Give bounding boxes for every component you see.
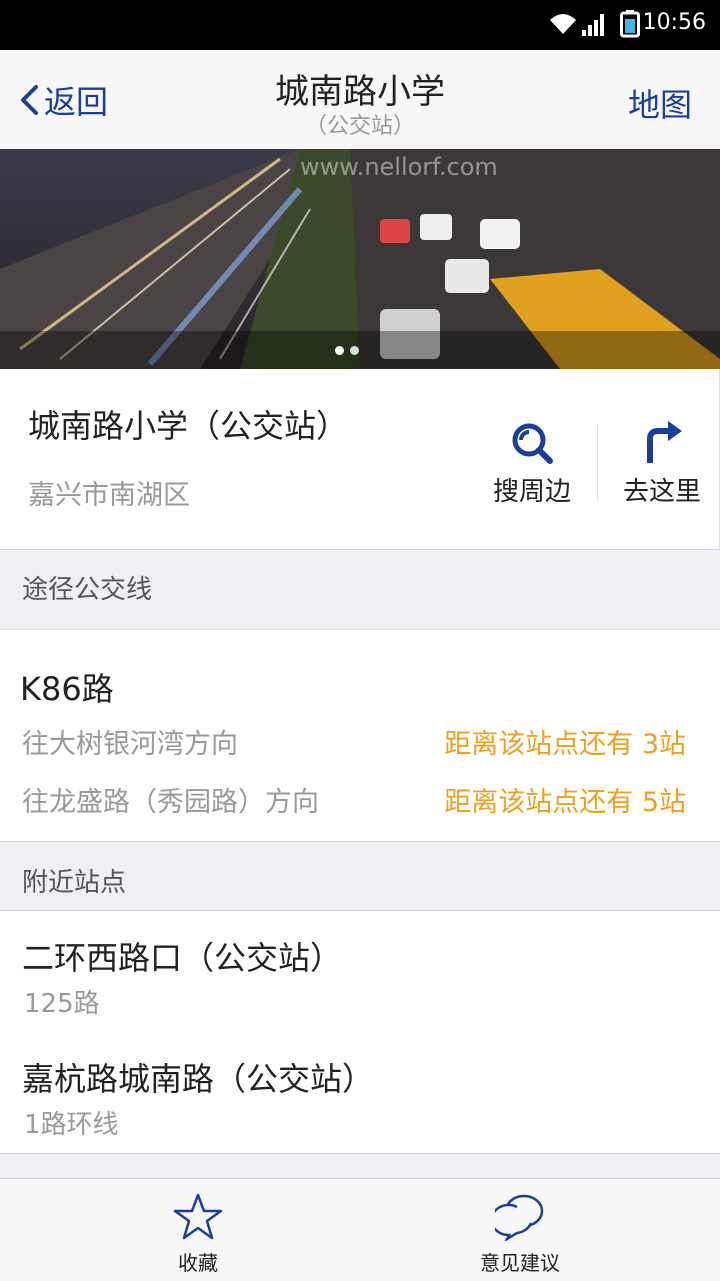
banner-overlay <box>0 331 720 369</box>
banner-carousel[interactable]: www.nellorf.com <box>0 149 720 369</box>
section-header-label: 附近站点 <box>22 868 127 898</box>
section-header-label: 途径公交线 <box>22 575 153 605</box>
favorite-button[interactable]: 收藏 <box>118 1193 278 1276</box>
stop-name: 嘉杭路城南路（公交站） <box>22 1060 375 1098</box>
banner-watermark: www.nellorf.com <box>300 153 498 181</box>
status-bar: 10:56 <box>0 0 720 50</box>
bus-line-card[interactable]: K86路 往大树银河湾方向 距离该站点还有 3站 往龙盛路（秀园路）方向 距离该… <box>0 629 720 842</box>
go-here-button[interactable]: 去这里 <box>602 421 720 508</box>
bottom-toolbar: 收藏 意见建议 <box>0 1178 720 1281</box>
status-time: 10:56 <box>642 10 706 35</box>
star-icon <box>173 1193 223 1240</box>
action-divider <box>597 425 598 501</box>
stops-remaining: 距离该站点还有 3站 <box>444 729 686 760</box>
turn-right-icon <box>647 421 682 463</box>
nearby-stop-item[interactable]: 二环西路口（公交站） 125路 <box>0 910 720 1033</box>
stop-lines: 125路 <box>24 989 100 1019</box>
direction-row: 往大树银河湾方向 距离该站点还有 3站 <box>22 722 686 761</box>
page-title: 城南路小学 <box>275 72 445 112</box>
carousel-dot <box>335 346 344 355</box>
page-subtitle: （公交站） <box>304 114 415 139</box>
place-area: 嘉兴市南湖区 <box>28 480 190 511</box>
carousel-dot <box>350 346 359 355</box>
place-name: 城南路小学（公交站） <box>28 407 349 445</box>
stop-lines: 1路环线 <box>24 1110 119 1140</box>
search-nearby-icon <box>512 423 553 464</box>
stops-remaining: 距离该站点还有 5站 <box>444 787 686 818</box>
search-nearby-label: 搜周边 <box>492 477 571 507</box>
search-nearby-button[interactable]: 搜周边 <box>472 421 592 508</box>
navigation-bar: 返回 城南路小学 （公交站） 地图 <box>0 50 720 150</box>
direction-label: 往龙盛路（秀园路）方向 <box>22 787 319 818</box>
go-here-label: 去这里 <box>622 477 701 507</box>
favorite-label: 收藏 <box>178 1251 218 1275</box>
stop-name: 二环西路口（公交站） <box>22 939 343 977</box>
wifi-icon <box>548 10 578 40</box>
bus-line-name: K86路 <box>20 670 114 708</box>
nearby-stop-item[interactable]: 嘉杭路城南路（公交站） 1路环线 <box>0 1032 720 1154</box>
feedback-label: 意见建议 <box>480 1251 560 1275</box>
section-header-lines: 途径公交线 <box>0 550 720 630</box>
direction-label: 往大树银河湾方向 <box>22 729 238 760</box>
feedback-button[interactable]: 意见建议 <box>440 1193 600 1276</box>
map-button[interactable]: 地图 <box>628 80 692 126</box>
signal-icon <box>582 12 608 40</box>
direction-row: 往龙盛路（秀园路）方向 距离该站点还有 5站 <box>22 780 686 819</box>
carousel-indicator <box>335 346 359 355</box>
battery-icon <box>620 10 640 42</box>
place-card: 城南路小学（公交站） 嘉兴市南湖区 搜周边 去这里 <box>0 369 720 550</box>
chat-bubble-icon <box>495 1194 544 1241</box>
